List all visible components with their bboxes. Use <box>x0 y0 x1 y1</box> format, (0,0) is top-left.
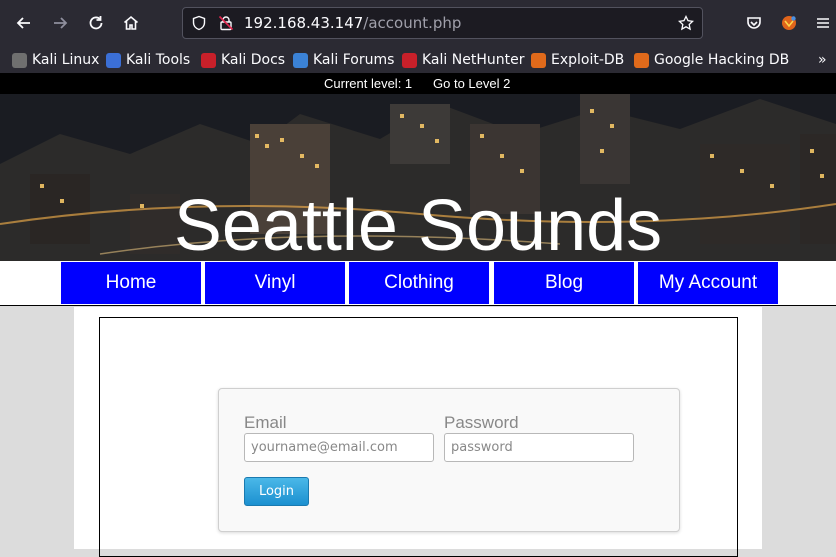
url-text[interactable]: 192.168.43.147/account.php <box>244 14 461 32</box>
site-title: Seattle Sounds <box>173 186 663 261</box>
banner-image: Seattle Sounds <box>0 94 836 261</box>
nav-blog[interactable]: Blog <box>494 262 634 304</box>
bookmark-google-hacking-db[interactable]: Google Hacking DB <box>634 49 789 71</box>
email-label: Email <box>244 413 287 432</box>
kali-tools-icon <box>106 52 121 68</box>
kali-nethunter-icon <box>402 52 417 68</box>
level-bar: Current level: 1 Go to Level 2 <box>0 73 836 94</box>
bookmark-label: Kali Forums <box>313 52 395 68</box>
kali-docs-icon <box>201 52 216 68</box>
bookmark-kali-docs[interactable]: Kali Docs <box>201 49 285 71</box>
bookmark-label: Kali NetHunter <box>422 52 525 68</box>
extension-button[interactable] <box>776 10 802 36</box>
nav-home[interactable]: Home <box>61 262 201 304</box>
password-field[interactable] <box>444 433 634 462</box>
pocket-icon <box>747 17 761 29</box>
shield-icon[interactable] <box>191 15 207 31</box>
content-box: Email Password Login <box>99 317 738 557</box>
exploit-db-icon <box>531 52 546 68</box>
bookmarks-toolbar: Kali Linux Kali Tools Kali Docs Kali For… <box>0 46 836 73</box>
bookmark-label: Kali Docs <box>221 52 286 68</box>
bookmark-kali-forums[interactable]: Kali Forums <box>293 49 394 71</box>
bookmark-exploit-db[interactable]: Exploit-DB <box>531 49 624 71</box>
home-icon <box>123 15 139 30</box>
url-path: /account.php <box>363 14 462 32</box>
password-label: Password <box>444 413 519 432</box>
reload-button[interactable] <box>83 10 109 36</box>
reload-icon <box>89 16 103 30</box>
login-button[interactable]: Login <box>244 477 309 506</box>
bookmark-label: Google Hacking DB <box>654 52 790 68</box>
insecure-lock-icon[interactable] <box>218 15 234 31</box>
forward-button[interactable] <box>47 10 73 36</box>
kali-forums-icon <box>293 52 308 68</box>
url-host: 192.168.43.147 <box>244 14 364 32</box>
pocket-button[interactable] <box>741 10 767 36</box>
bookmark-kali-tools[interactable]: Kali Tools <box>106 49 190 71</box>
arrow-right-icon <box>54 17 68 29</box>
login-form: Email Password Login <box>218 388 680 532</box>
kali-dragon-icon <box>12 52 27 68</box>
nav-vinyl[interactable]: Vinyl <box>205 262 345 304</box>
main-nav: Home Vinyl Clothing Blog My Account <box>0 261 836 306</box>
goto-level-link[interactable]: Go to Level 2 <box>433 76 510 91</box>
hamburger-menu-icon <box>817 18 829 28</box>
bookmarks-overflow-button[interactable]: » <box>818 49 827 71</box>
home-button[interactable] <box>118 10 144 36</box>
email-field[interactable] <box>244 433 434 462</box>
bookmark-label: Kali Linux <box>32 52 100 68</box>
browser-toolbar: 192.168.43.147/account.php <box>0 0 836 46</box>
arrow-left-icon <box>16 17 30 29</box>
current-level-text: Current level: 1 <box>324 76 413 91</box>
address-bar[interactable]: 192.168.43.147/account.php <box>182 7 703 39</box>
bookmark-kali-linux[interactable]: Kali Linux <box>12 49 99 71</box>
google-hacking-db-icon <box>634 52 649 68</box>
content-area: Email Password Login <box>74 307 762 557</box>
overflow-chevron-icon: » <box>818 52 827 68</box>
back-button[interactable] <box>11 10 37 36</box>
nav-my-account[interactable]: My Account <box>638 262 778 304</box>
bookmark-kali-nethunter[interactable]: Kali NetHunter <box>402 49 524 71</box>
bookmark-label: Kali Tools <box>126 52 191 68</box>
bookmark-label: Exploit-DB <box>551 52 625 68</box>
extension-icon <box>782 16 796 30</box>
nav-clothing[interactable]: Clothing <box>349 262 489 304</box>
app-menu-button[interactable] <box>810 10 836 36</box>
bookmark-star-icon[interactable] <box>678 15 694 31</box>
